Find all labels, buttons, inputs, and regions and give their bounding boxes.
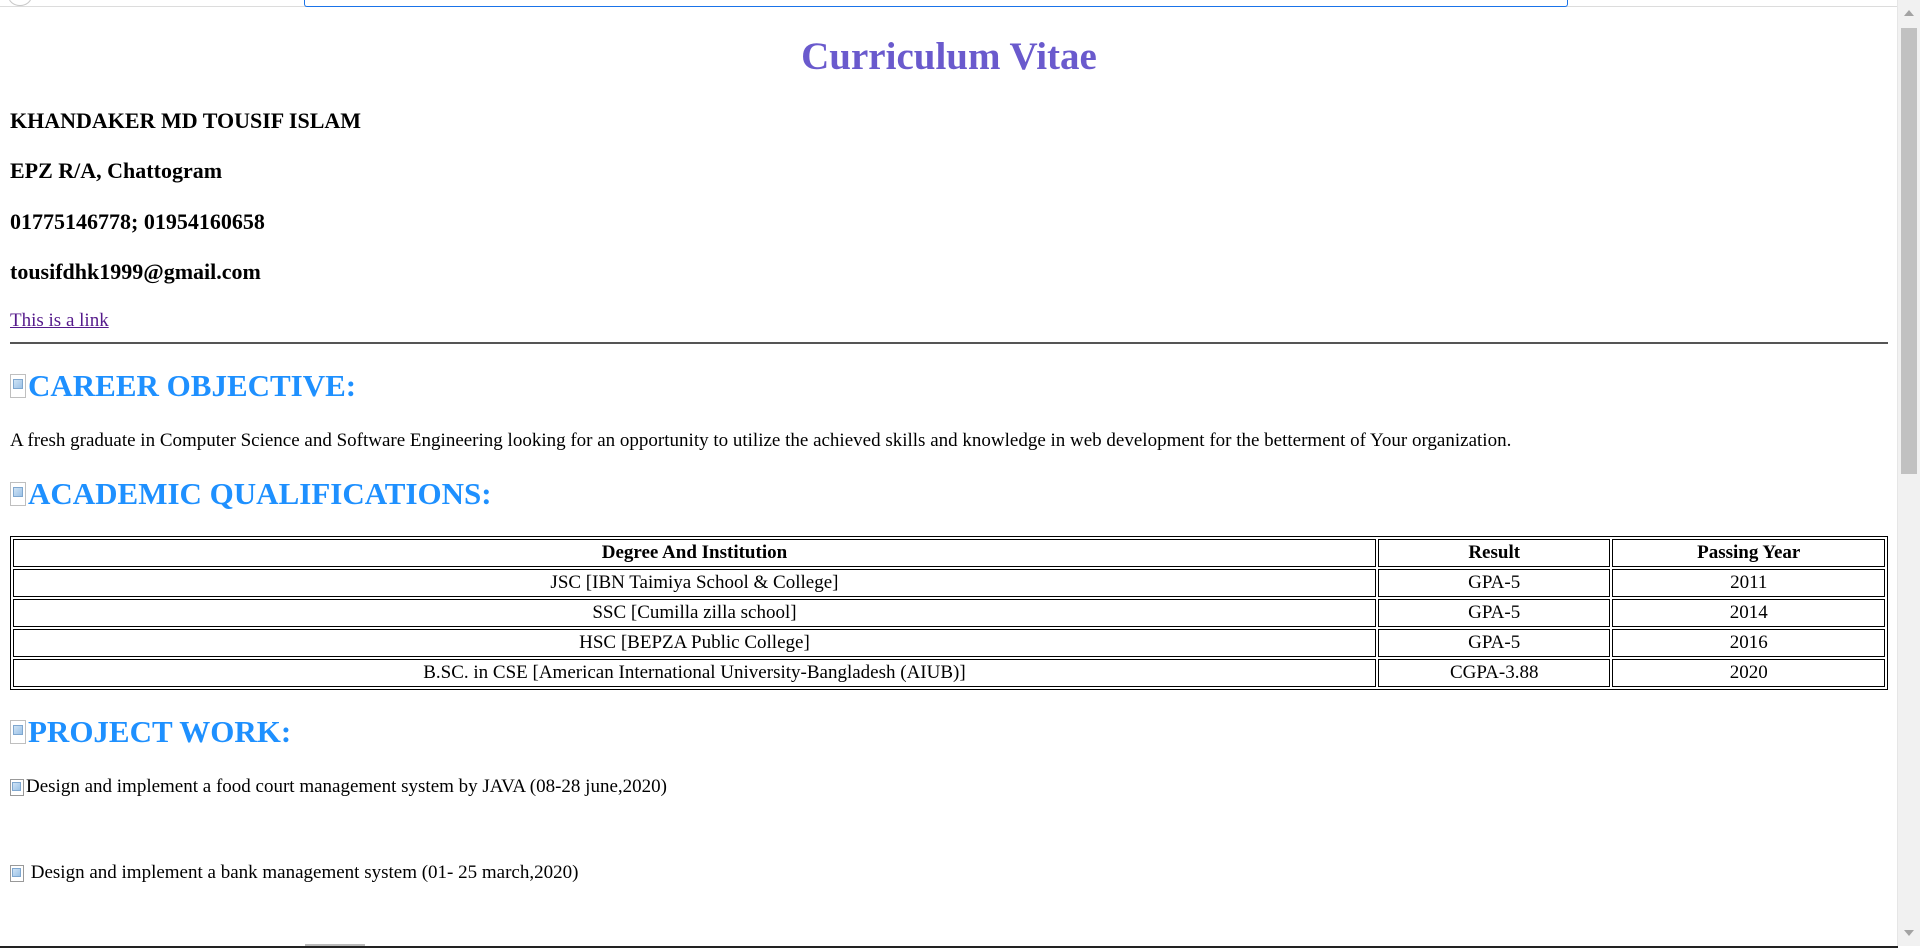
profile-link[interactable]: This is a link [10, 310, 109, 332]
academic-qualifications-label: ACADEMIC QUALIFICATIONS: [28, 476, 492, 511]
person-name: KHANDAKER MD TOUSIF ISLAM [10, 108, 362, 133]
career-objective-text: A fresh graduate in Computer Science and… [10, 430, 1512, 451]
result-cell: CGPA-3.88 [1377, 659, 1611, 687]
page-content: Curriculum Vitae KHANDAKER MD TOUSIF ISL… [10, 0, 1888, 946]
broken-image-icon [10, 482, 26, 506]
column-header-passing-year: Passing Year [1612, 539, 1885, 567]
list-item: Design and implement a food court manage… [10, 776, 667, 798]
column-header-degree: Degree And Institution [13, 539, 1376, 567]
project-item-text: Design and implement a bank management s… [26, 862, 579, 883]
address: EPZ R/A, Chattogram [10, 158, 223, 183]
table-row: JSC [IBN Taimiya School & College] GPA-5… [13, 569, 1885, 597]
scroll-down-arrow-icon[interactable] [1904, 930, 1914, 936]
result-cell: GPA-5 [1377, 599, 1611, 627]
project-item-text: Design and implement a food court manage… [26, 776, 667, 797]
year-cell: 2014 [1612, 599, 1885, 627]
degree-cell: B.SC. in CSE [American International Uni… [13, 659, 1376, 687]
table-row: B.SC. in CSE [American International Uni… [13, 659, 1885, 687]
year-cell: 2011 [1612, 569, 1885, 597]
page-title: Curriculum Vitae [801, 35, 1097, 78]
degree-cell: HSC [BEPZA Public College] [13, 629, 1376, 657]
vertical-scrollbar[interactable] [1897, 0, 1920, 946]
year-cell: 2016 [1612, 629, 1885, 657]
result-cell: GPA-5 [1377, 629, 1611, 657]
divider [10, 342, 1888, 344]
year-cell: 2020 [1612, 659, 1885, 687]
project-work-label: PROJECT WORK: [28, 714, 292, 749]
table-row: SSC [Cumilla zilla school] GPA-5 2014 [13, 599, 1885, 627]
result-cell: GPA-5 [1377, 569, 1611, 597]
broken-image-icon [10, 720, 26, 744]
academic-qualifications-heading: ACADEMIC QUALIFICATIONS: [10, 476, 492, 512]
bottom-tab-indicator [305, 944, 365, 946]
list-item: Design and implement a bank management s… [10, 862, 578, 884]
table-header-row: Degree And Institution Result Passing Ye… [13, 539, 1885, 567]
phone-numbers: 01775146778; 01954160658 [10, 209, 265, 234]
degree-cell: SSC [Cumilla zilla school] [13, 599, 1376, 627]
broken-image-icon [10, 778, 24, 796]
project-work-heading: PROJECT WORK: [10, 714, 291, 750]
broken-image-icon [10, 864, 24, 882]
career-objective-label: CAREER OBJECTIVE: [28, 368, 357, 403]
column-header-result: Result [1377, 539, 1611, 567]
broken-image-icon [10, 374, 26, 398]
career-objective-heading: CAREER OBJECTIVE: [10, 368, 356, 404]
scrollbar-thumb[interactable] [1901, 28, 1917, 474]
email-address: tousifdhk1999@gmail.com [10, 259, 261, 284]
degree-cell: JSC [IBN Taimiya School & College] [13, 569, 1376, 597]
scroll-up-arrow-icon[interactable] [1904, 10, 1914, 16]
academic-table: Degree And Institution Result Passing Ye… [10, 536, 1888, 690]
table-row: HSC [BEPZA Public College] GPA-5 2016 [13, 629, 1885, 657]
